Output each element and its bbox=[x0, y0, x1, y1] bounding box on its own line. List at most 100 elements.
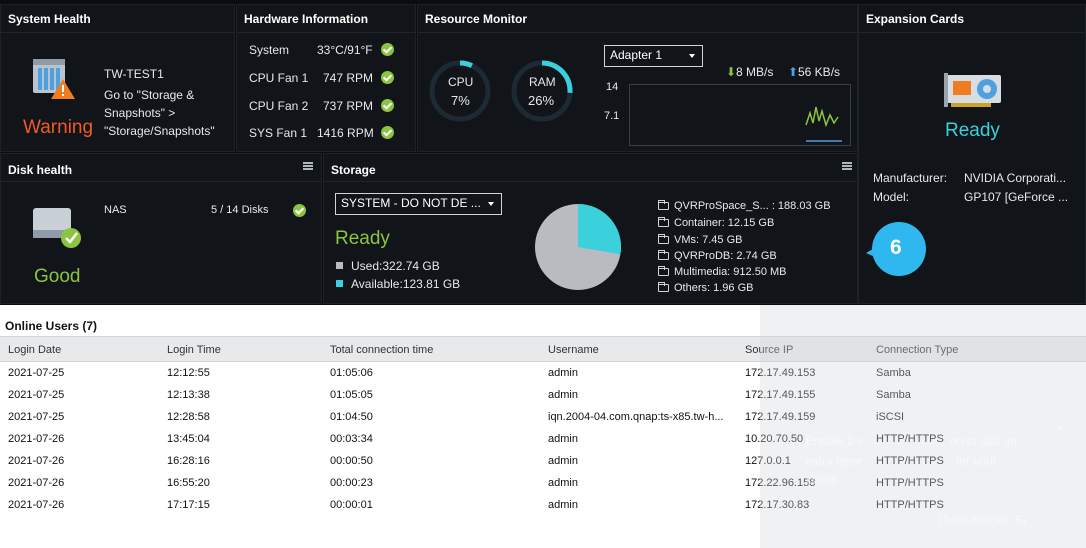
folder-item: Multimedia: 912.50 MB bbox=[658, 266, 787, 278]
table-cell: 01:04:50 bbox=[330, 411, 373, 423]
table-cell: 16:55:20 bbox=[167, 477, 210, 489]
adapter-select[interactable]: Adapter 1 bbox=[604, 45, 703, 67]
gpu-card-icon bbox=[943, 71, 1003, 109]
storage-pool-select[interactable]: SYSTEM - DO NOT DE ... bbox=[335, 193, 502, 215]
table-cell: 2021-07-25 bbox=[8, 389, 65, 401]
cpu-gauge bbox=[429, 60, 491, 122]
folder-icon bbox=[658, 200, 669, 210]
table-cell: 13:45:04 bbox=[167, 433, 210, 445]
hw-value: 33°C/91°F bbox=[317, 43, 373, 57]
table-cell: 2021-07-25 bbox=[8, 411, 65, 423]
folder-item: VMs: 7.45 GB bbox=[658, 234, 742, 246]
cpu-label: CPU bbox=[448, 75, 474, 89]
adapter-select-value: Adapter 1 bbox=[610, 48, 663, 62]
online-users-title: Online Users (7) bbox=[5, 319, 98, 333]
folder-item: QVRProSpace_S... : 188.03 GB bbox=[658, 200, 831, 212]
table-cell: 2021-07-26 bbox=[8, 433, 65, 445]
check-icon bbox=[381, 99, 394, 112]
health-message-line[interactable]: Snapshots" > bbox=[104, 106, 175, 120]
ram-label: RAM bbox=[529, 75, 556, 89]
dashboard: System Health TW-TEST1 Go to "Storage & … bbox=[0, 0, 1086, 305]
table-cell: admin bbox=[548, 477, 578, 489]
table-cell: admin bbox=[548, 455, 578, 467]
notice-text: extra layer bbox=[806, 454, 863, 468]
table-cell: 12:12:55 bbox=[167, 367, 210, 379]
column-header[interactable]: Login Date bbox=[8, 344, 61, 356]
folder-item: QVRProDB: 2.74 GB bbox=[658, 250, 777, 262]
system-health-panel: System Health TW-TEST1 Go to "Storage & … bbox=[0, 4, 235, 152]
disk-status: Good bbox=[34, 266, 81, 287]
cpu-value: 7% bbox=[451, 93, 470, 108]
column-header[interactable]: Total connection time bbox=[330, 344, 433, 356]
storage-panel: Storage SYSTEM - DO NOT DE ... Ready Use… bbox=[323, 153, 858, 304]
table-cell: 00:03:34 bbox=[330, 433, 373, 445]
step-badge-number: 6 bbox=[890, 236, 902, 259]
disk-count: 5 / 14 Disks bbox=[211, 204, 269, 216]
available-legend-swatch bbox=[336, 280, 343, 287]
folder-icon bbox=[658, 217, 669, 227]
table-cell: 17:17:15 bbox=[167, 499, 210, 511]
table-cell: 12:28:58 bbox=[167, 411, 210, 423]
available-space: Available:123.81 GB bbox=[351, 277, 461, 291]
hw-label: SYS Fan 1 bbox=[249, 126, 308, 140]
check-icon bbox=[381, 126, 394, 139]
list-menu-icon[interactable] bbox=[303, 162, 313, 170]
storage-pie bbox=[535, 204, 621, 290]
notice-text: Enable 2-s bbox=[806, 434, 864, 448]
close-icon[interactable]: × bbox=[1056, 420, 1064, 436]
folder-label: Container: 12.15 GB bbox=[674, 217, 775, 229]
notice-text: count. bbox=[806, 473, 839, 487]
disk-health-panel: Disk health NAS 5 / 14 Disks Good bbox=[0, 153, 322, 304]
table-cell: 01:05:05 bbox=[330, 389, 373, 401]
folder-label: VMs: 7.45 GB bbox=[674, 234, 743, 246]
folder-icon bbox=[658, 282, 669, 292]
hw-value: 1416 RPM bbox=[317, 126, 374, 140]
manufacturer-value: NVIDIA Corporati... bbox=[964, 171, 1067, 185]
health-message-line[interactable]: "Storage/Snapshots" bbox=[104, 124, 215, 138]
folder-label: Multimedia: 912.50 MB bbox=[674, 266, 787, 278]
notice-overlay: Enable 2-s on to add an extra layer for … bbox=[760, 305, 1086, 548]
hw-value: 747 RPM bbox=[323, 71, 374, 85]
disk-good-icon bbox=[31, 202, 85, 250]
upload-arrow-icon: ⬆ bbox=[788, 65, 799, 79]
table-cell: 00:00:50 bbox=[330, 455, 373, 467]
hw-label: CPU Fan 1 bbox=[249, 71, 309, 85]
chart-axis-top: 14 bbox=[606, 81, 619, 93]
panel-title: System Health bbox=[1, 5, 234, 33]
download-arrow-icon: ⬇ bbox=[726, 65, 737, 79]
check-icon bbox=[293, 204, 306, 217]
folder-label: Others: 1.96 GB bbox=[674, 282, 754, 294]
manufacturer-label: Manufacturer: bbox=[873, 171, 948, 185]
resource-monitor-panel: Resource Monitor CPU 7% RAM 26% Adapter … bbox=[417, 4, 858, 152]
hw-label: System bbox=[249, 43, 290, 57]
download-rate: 8 MB/s bbox=[736, 65, 774, 79]
panel-title: Resource Monitor bbox=[418, 5, 857, 33]
network-chart bbox=[629, 84, 851, 146]
table-cell: 12:13:38 bbox=[167, 389, 210, 401]
folder-label: QVRProSpace_S... : 188.03 GB bbox=[674, 200, 831, 212]
nas-warning-icon bbox=[31, 55, 75, 101]
folder-icon bbox=[658, 266, 669, 276]
table-cell: 00:00:23 bbox=[330, 477, 373, 489]
table-cell: admin bbox=[548, 499, 578, 511]
table-cell: 2021-07-25 bbox=[8, 367, 65, 379]
step-badge: 6 bbox=[866, 219, 926, 279]
table-cell: admin bbox=[548, 389, 578, 401]
table-cell: iqn.2004-04.com.qnap:ts-x85.tw-h... bbox=[548, 411, 724, 423]
notice-text: for your bbox=[956, 454, 997, 468]
table-cell: 2021-07-26 bbox=[8, 455, 65, 467]
list-menu-icon[interactable] bbox=[842, 162, 852, 170]
folder-item: Others: 1.96 GB bbox=[658, 282, 753, 294]
total-notices: (Total notices: 5) bbox=[938, 513, 1027, 527]
health-message-line[interactable]: Go to "Storage & bbox=[104, 88, 194, 102]
hw-value: 737 RPM bbox=[323, 99, 374, 113]
available-slice bbox=[578, 204, 621, 255]
check-icon bbox=[381, 71, 394, 84]
column-header[interactable]: Username bbox=[548, 344, 599, 356]
device-name: TW-TEST1 bbox=[104, 67, 164, 81]
expansion-status: Ready bbox=[945, 120, 1000, 141]
table-cell: admin bbox=[548, 367, 578, 379]
hardware-info-panel: Hardware Information System 33°C/91°F CP… bbox=[236, 4, 416, 152]
model-label: Model: bbox=[873, 190, 910, 204]
column-header[interactable]: Login Time bbox=[167, 344, 221, 356]
